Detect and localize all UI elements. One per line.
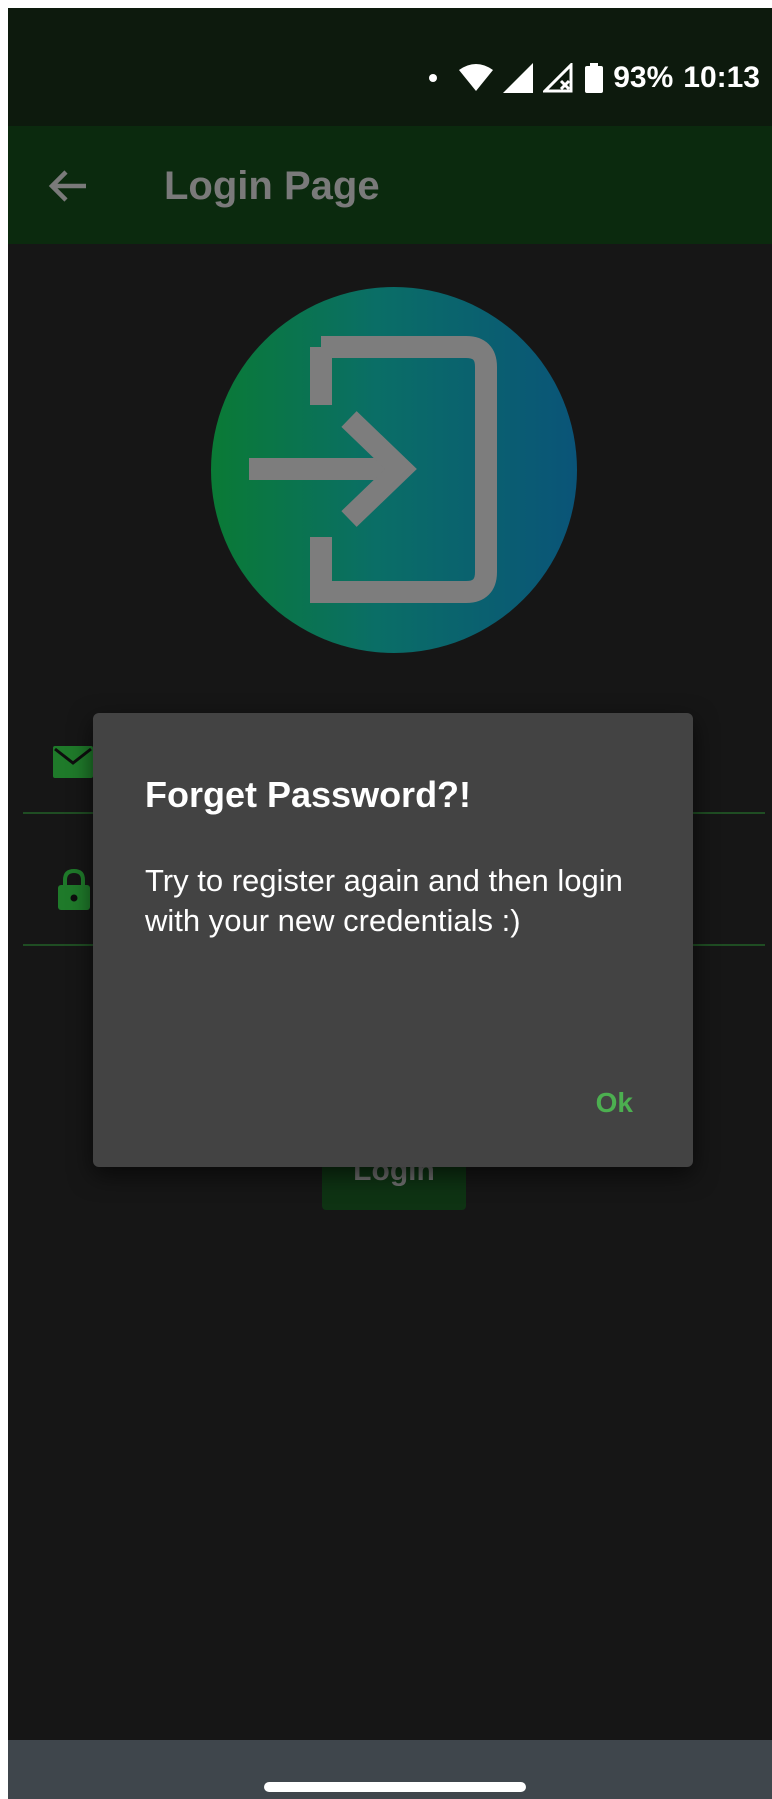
navigation-bar <box>8 1740 772 1799</box>
dialog-message: Try to register again and then login wit… <box>145 863 623 938</box>
phone-screen: 93% 10:13 Login Page Login Forget Passwo… <box>8 8 772 1799</box>
ok-button[interactable]: Ok <box>596 1085 633 1121</box>
home-gesture-handle[interactable] <box>264 1782 526 1792</box>
forget-password-dialog: Forget Password?! Try to register again … <box>93 713 693 1167</box>
dialog-title: Forget Password?! <box>145 774 472 815</box>
